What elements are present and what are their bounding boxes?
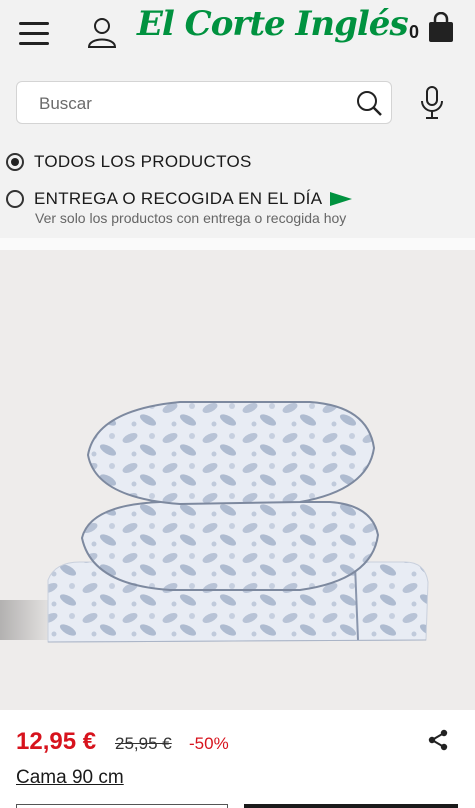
filter-same-day[interactable]: ENTREGA O RECOGIDA EN EL DÍA (6, 189, 353, 209)
filter-same-day-description: Ver solo los productos con entrega o rec… (35, 210, 347, 226)
share-icon[interactable] (426, 728, 450, 752)
discount-badge: -50% (189, 734, 229, 753)
current-price: 12,95 € (16, 728, 97, 755)
delivery-filters: TODOS LOS PRODUCTOS ENTREGA O RECOGIDA E… (0, 138, 475, 238)
filter-all-products-label: TODOS LOS PRODUCTOS (34, 152, 252, 171)
green-flag-icon (330, 192, 353, 206)
divider (0, 238, 475, 250)
product-image[interactable] (0, 250, 475, 710)
filter-same-day-label: ENTREGA O RECOGIDA EN EL DÍA (34, 189, 323, 208)
menu-icon[interactable] (14, 18, 54, 50)
filter-all-products[interactable]: TODOS LOS PRODUCTOS (6, 152, 252, 172)
original-price: 25,95 € (115, 734, 172, 753)
search-input[interactable] (37, 82, 341, 125)
size-link[interactable]: Cama 90 cm (16, 767, 124, 789)
top-header: El Corte Inglés 0 (0, 0, 475, 68)
search-icon[interactable] (355, 89, 383, 117)
brand-logo[interactable]: El Corte Inglés (137, 4, 409, 44)
microphone-icon[interactable] (418, 85, 446, 121)
secondary-button-edge[interactable] (16, 804, 228, 808)
primary-button-edge[interactable] (244, 804, 458, 808)
user-account-icon[interactable] (84, 14, 120, 50)
search-box (16, 81, 392, 125)
shopping-bag-icon[interactable] (426, 11, 456, 44)
radio-unchecked-icon[interactable] (6, 190, 24, 208)
cart-count-badge: 0 (409, 22, 420, 42)
radio-checked-icon[interactable] (6, 153, 24, 171)
product-info: 12,95 € 25,95 € -50% Cama 90 cm (0, 710, 475, 808)
search-bar-area (0, 68, 475, 138)
